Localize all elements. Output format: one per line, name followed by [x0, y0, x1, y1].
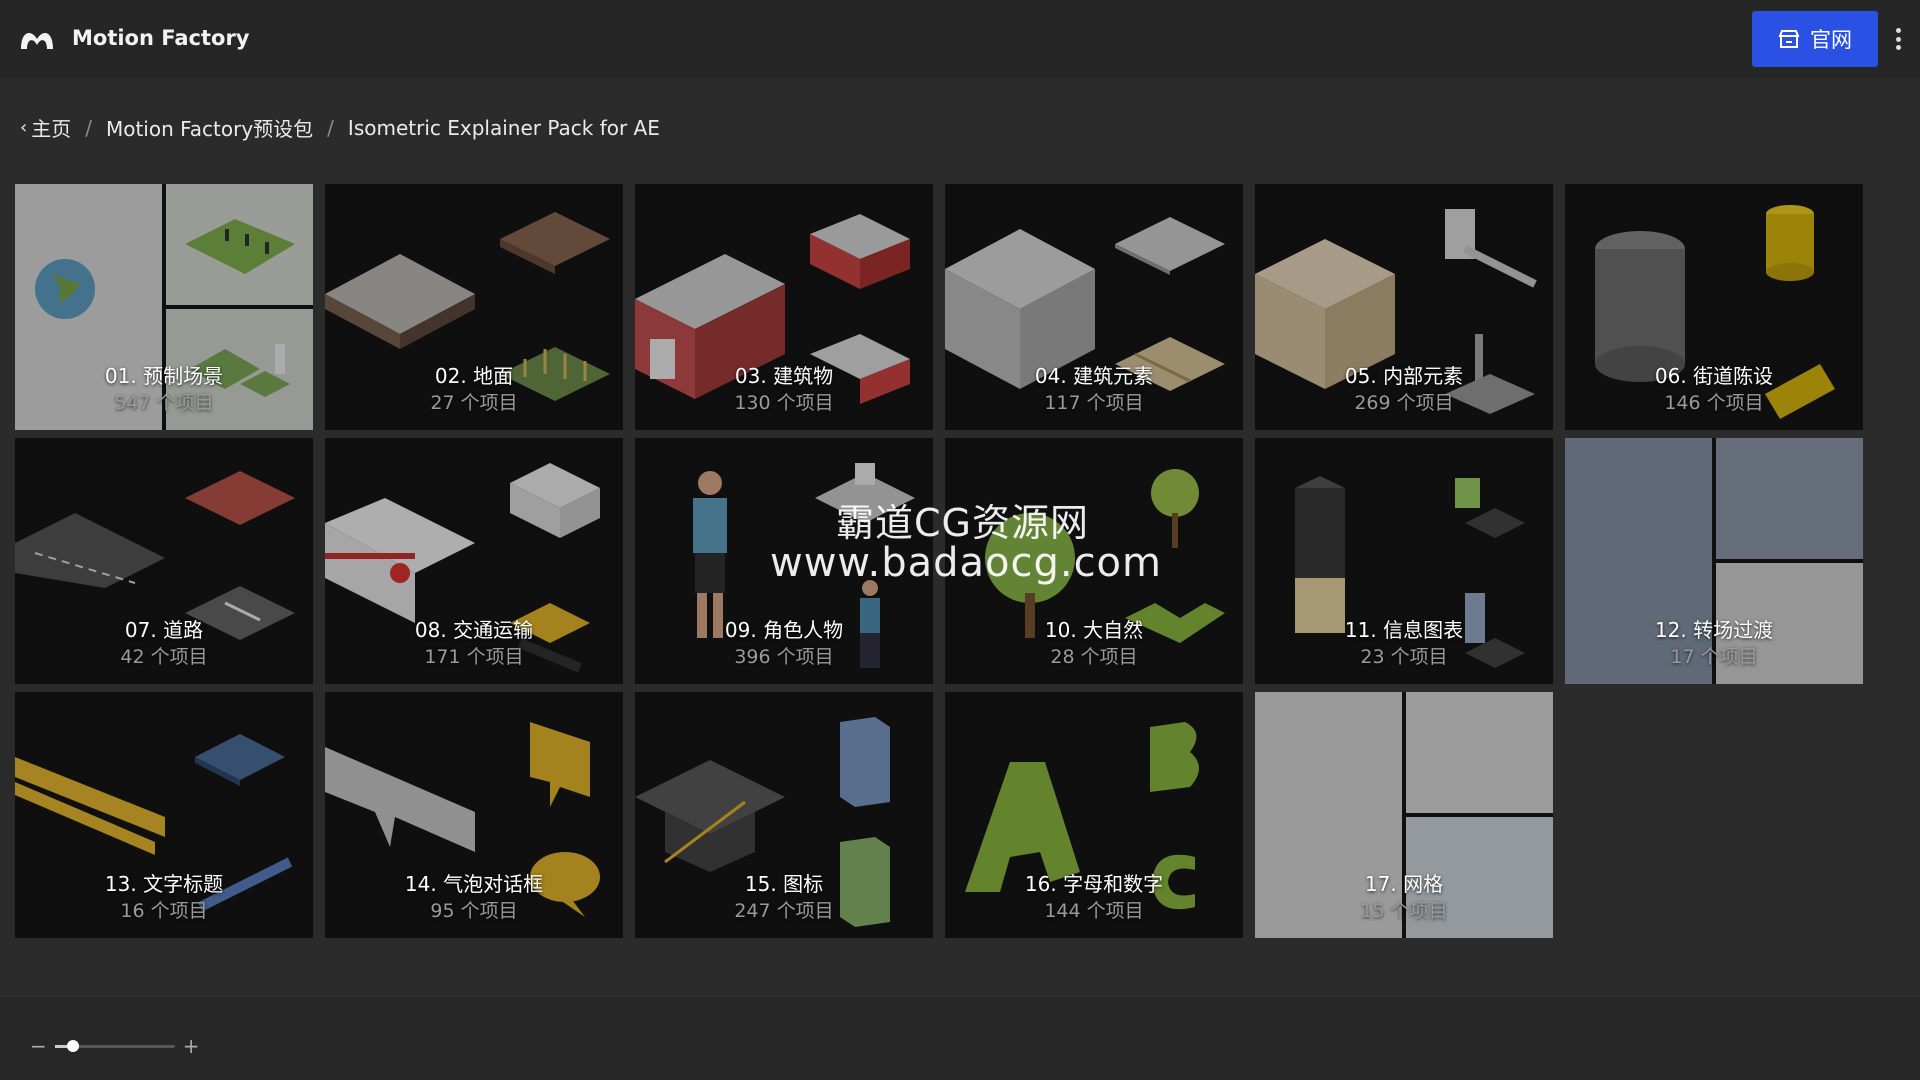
tile-name: 15. 图标 — [744, 872, 824, 896]
tile-transitions[interactable]: 12. 转场过渡 17 个项目 — [1565, 438, 1863, 684]
tile-count: 28 个项目 — [1050, 646, 1138, 668]
tile-name: 06. 街道陈设 — [1654, 364, 1774, 388]
tile-street-furniture[interactable]: 06. 街道陈设 146 个项目 — [1565, 184, 1863, 430]
official-site-button[interactable]: 官网 — [1752, 11, 1878, 67]
tile-name: 16. 字母和数字 — [1024, 872, 1164, 896]
tile-name: 03. 建筑物 — [734, 364, 834, 388]
tile-count: 117 个项目 — [1044, 392, 1144, 414]
tile-letters-numbers[interactable]: 16. 字母和数字 144 个项目 — [945, 692, 1243, 938]
breadcrumb-separator: / — [85, 115, 92, 140]
breadcrumb-separator: / — [327, 115, 334, 140]
chevron-left-icon[interactable]: ‹ — [20, 117, 27, 138]
watermark-url: www.badaocg.com — [770, 540, 1162, 586]
tile-roads[interactable]: 07. 道路 42 个项目 — [15, 438, 313, 684]
motion-factory-logo-icon[interactable] — [17, 23, 57, 55]
breadcrumb-current: Isometric Explainer Pack for AE — [347, 115, 660, 140]
tile-transportation[interactable]: 08. 交通运输 171 个项目 — [325, 438, 623, 684]
tile-count: 23 个项目 — [1360, 646, 1448, 668]
store-icon — [1778, 30, 1800, 48]
tile-count: 95 个项目 — [430, 900, 518, 922]
tile-count: 27 个项目 — [430, 392, 518, 414]
breadcrumb-presets[interactable]: Motion Factory预设包 — [106, 113, 313, 142]
tile-icons[interactable]: 15. 图标 247 个项目 — [635, 692, 933, 938]
breadcrumb-home[interactable]: 主页 — [31, 113, 71, 142]
zoom-in-button[interactable]: + — [183, 1034, 200, 1058]
tile-name: 04. 建筑元素 — [1034, 364, 1154, 388]
breadcrumb: ‹ 主页 / Motion Factory预设包 / Isometric Exp… — [20, 113, 660, 142]
tile-count: 171 个项目 — [424, 646, 524, 668]
zoom-slider-thumb[interactable] — [66, 1039, 79, 1052]
tile-name: 17. 网格 — [1364, 872, 1444, 896]
zoom-out-button[interactable]: − — [30, 1034, 47, 1058]
tile-buildings[interactable]: 03. 建筑物 130 个项目 — [635, 184, 933, 430]
tile-prebuilt-scenes[interactable]: 01. 预制场景 547 个项目 — [15, 184, 313, 430]
bottom-bar — [0, 996, 1920, 1080]
tile-name: 02. 地面 — [434, 364, 514, 388]
zoom-slider[interactable] — [54, 1039, 175, 1052]
tile-building-elements[interactable]: 04. 建筑元素 117 个项目 — [945, 184, 1243, 430]
tile-count: 247 个项目 — [734, 900, 834, 922]
tile-count: 144 个项目 — [1044, 900, 1144, 922]
app-title: Motion Factory — [72, 26, 250, 50]
tile-name: 12. 转场过渡 — [1654, 618, 1774, 642]
tile-count: 42 个项目 — [120, 646, 208, 668]
tile-count: 16 个项目 — [120, 900, 208, 922]
zoom-control: − + — [30, 1034, 200, 1058]
tile-count: 17 个项目 — [1670, 646, 1758, 668]
official-site-label: 官网 — [1810, 28, 1852, 52]
top-bar: Motion Factory 官网 — [0, 0, 1920, 78]
tile-name: 11. 信息图表 — [1344, 618, 1464, 642]
tile-ground[interactable]: 02. 地面 27 个项目 — [325, 184, 623, 430]
tile-count: 396 个项目 — [734, 646, 834, 668]
tile-name: 08. 交通运输 — [414, 618, 534, 642]
tile-count: 15 个项目 — [1360, 900, 1448, 922]
tile-text-titles[interactable]: 13. 文字标题 16 个项目 — [15, 692, 313, 938]
tile-interior-elements[interactable]: 05. 内部元素 269 个项目 — [1255, 184, 1553, 430]
tile-count: 547 个项目 — [114, 392, 214, 414]
tile-name: 14. 气泡对话框 — [404, 872, 544, 896]
tile-name: 13. 文字标题 — [104, 872, 224, 896]
tile-count: 146 个项目 — [1664, 392, 1764, 414]
tile-name: 07. 道路 — [124, 618, 204, 642]
tile-infographics[interactable]: 11. 信息图表 23 个项目 — [1255, 438, 1553, 684]
tile-name: 05. 内部元素 — [1344, 364, 1464, 388]
tile-name: 09. 角色人物 — [724, 618, 844, 642]
tile-name: 01. 预制场景 — [104, 364, 224, 388]
tile-name: 10. 大自然 — [1044, 618, 1144, 642]
tile-grids[interactable]: 17. 网格 15 个项目 — [1255, 692, 1553, 938]
tile-speech-bubbles[interactable]: 14. 气泡对话框 95 个项目 — [325, 692, 623, 938]
watermark-title: 霸道CG资源网 — [836, 501, 1089, 545]
tile-count: 269 个项目 — [1354, 392, 1454, 414]
more-menu-icon[interactable] — [1892, 22, 1904, 56]
tile-count: 130 个项目 — [734, 392, 834, 414]
